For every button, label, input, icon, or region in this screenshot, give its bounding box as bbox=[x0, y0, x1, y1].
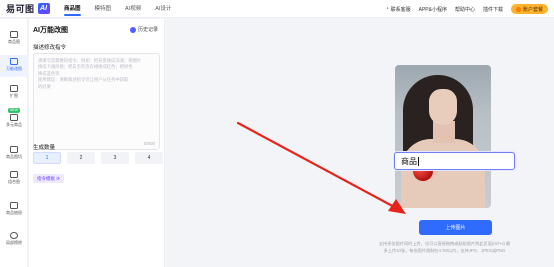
hint-line: 多上传10张，每张图片限制在4.7M以内，支持JPG、JPEG或PNG bbox=[383, 247, 506, 253]
qty-selector: 1 2 3 4 bbox=[33, 152, 169, 164]
contact-label: 联系客服 bbox=[390, 6, 411, 13]
edit-image-icon bbox=[10, 58, 18, 65]
help-center-link[interactable]: 帮助中心 bbox=[455, 6, 475, 13]
rail-label: 扩图 bbox=[10, 93, 18, 98]
rail-item-edit-image[interactable]: 万能改图 bbox=[0, 55, 28, 77]
rail-item-combine[interactable]: 组合图 bbox=[0, 171, 28, 185]
qty-option-4[interactable]: 4 bbox=[135, 152, 163, 164]
qty-option-3[interactable]: 3 bbox=[101, 152, 129, 164]
rail-item-expand[interactable]: 扩图 bbox=[0, 85, 28, 99]
drawer-icon bbox=[10, 202, 18, 209]
erase-icon bbox=[10, 232, 18, 239]
rail-item-cut[interactable]: 商品图切 bbox=[0, 146, 28, 160]
top-bar: 易可图 AI 商品图 模特图 AI视频 AI设计 ◔ 联系客服 APP&小程序 … bbox=[0, 0, 554, 18]
upload-hint: 支持多张图片同时上传，也可以直接拖拽或粘贴图片到此页面(ctrl+v) 最 多上… bbox=[346, 241, 543, 254]
tab-model-image[interactable]: 模特图 bbox=[95, 0, 112, 18]
rail-label: 商品抽屉 bbox=[6, 210, 22, 215]
qty-label: 生成数量 bbox=[33, 145, 56, 151]
arrow-head bbox=[388, 199, 406, 214]
logo-mark: AI bbox=[37, 3, 50, 14]
char-count: 0/500 bbox=[143, 141, 155, 146]
multi-product-icon bbox=[10, 114, 18, 121]
rail-item-erase[interactable]: 局部擦除 bbox=[0, 232, 28, 246]
tab-ai-design[interactable]: AI设计 bbox=[155, 0, 171, 18]
panel-title: AI万能改图 bbox=[33, 27, 68, 34]
placeholder-line: 的结果 bbox=[38, 83, 51, 89]
instruction-template-button[interactable]: 指令模板 ⟳ bbox=[33, 174, 65, 183]
top-right-menu: ◔ 联系客服 APP&小程序 帮助中心 插件下载 账户套餐 bbox=[378, 0, 548, 18]
qty-option-1[interactable]: 1 bbox=[33, 152, 61, 164]
contact-support-link[interactable]: ◔ 联系客服 bbox=[386, 6, 411, 13]
edit-panel: AI万能改图 历史记录 描述修改指令 请填写您需要的指令，例如：把背景换成海滩；… bbox=[29, 19, 165, 267]
vip-label: 账户套餐 bbox=[522, 6, 543, 13]
cut-icon bbox=[10, 146, 18, 153]
upload-image-button[interactable]: 上传图片 bbox=[419, 220, 492, 235]
rail-label: 组合图 bbox=[8, 179, 20, 184]
history-label: 历史记录 bbox=[137, 27, 158, 33]
rail-item-drawer[interactable]: 商品抽屉 bbox=[0, 202, 28, 216]
main-canvas: 商品 上传图片 支持多张图片同时上传，也可以直接拖拽或粘贴图片到此页面(ctrl… bbox=[166, 19, 554, 267]
rail-label: 万能改图 bbox=[6, 66, 22, 71]
history-icon bbox=[129, 26, 136, 33]
image-icon bbox=[10, 31, 18, 38]
app-link[interactable]: APP&小程序 bbox=[419, 6, 447, 13]
tab-ai-video[interactable]: AI视频 bbox=[125, 0, 141, 18]
expand-icon bbox=[10, 85, 18, 92]
crown-icon bbox=[515, 6, 521, 12]
history-button[interactable]: 历史记录 bbox=[129, 26, 158, 33]
rail-item-multi-product[interactable]: NEW 多元商品 bbox=[0, 108, 28, 128]
desc-label: 描述修改指令 bbox=[33, 45, 67, 51]
instruction-textarea[interactable]: 请填写您需要的指令，例如：把背景换成海滩；将图片 换成卡通风格；把白宝的连衣裙换… bbox=[33, 53, 160, 150]
vip-plan-button[interactable]: 账户套餐 bbox=[510, 4, 548, 14]
top-nav: 商品图 模特图 AI视频 AI设计 bbox=[64, 0, 185, 18]
logo-text: 易可图 bbox=[6, 4, 35, 14]
plugin-download-link[interactable]: 插件下载 bbox=[483, 6, 503, 13]
app-logo[interactable]: 易可图 AI bbox=[6, 2, 64, 15]
rail-item-product-image[interactable]: 商品图 bbox=[0, 31, 28, 45]
tab-product-image[interactable]: 商品图 bbox=[64, 0, 81, 18]
new-badge: NEW bbox=[7, 108, 21, 113]
headset-icon: ◔ bbox=[385, 6, 389, 12]
rail-label: 商品图切 bbox=[6, 154, 22, 159]
rail-label: 商品图 bbox=[8, 39, 20, 44]
rail-label: 多元商品 bbox=[6, 122, 22, 127]
rail-label: 局部擦除 bbox=[6, 240, 22, 245]
qty-option-2[interactable]: 2 bbox=[67, 152, 95, 164]
arrow-shaft bbox=[236, 121, 400, 211]
left-rail: 商品图 万能改图 扩图 NEW 多元商品 商品图切 组合图 商品抽屉 局部擦除 bbox=[0, 19, 28, 267]
annotation-arrow bbox=[236, 121, 406, 214]
combine-icon bbox=[10, 171, 18, 178]
